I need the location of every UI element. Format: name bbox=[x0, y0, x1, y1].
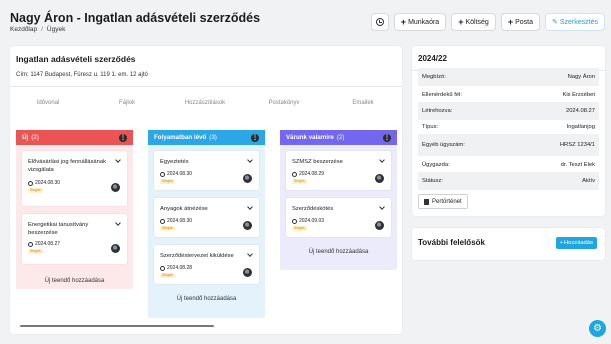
tab-files[interactable]: Fájlok bbox=[119, 100, 135, 106]
breadcrumb: Kezdőlap / Ügyek bbox=[10, 26, 66, 33]
task-card[interactable]: Szerződéskötés 2024.09.03 Sürgős bbox=[286, 198, 391, 237]
chevron-down-icon[interactable] bbox=[247, 158, 253, 164]
divider bbox=[10, 86, 402, 87]
column-header: Folyamatban lévő (3) ⋮ bbox=[148, 130, 265, 145]
plus-icon: + bbox=[559, 240, 563, 246]
add-task-button[interactable]: Új teendő hozzáadása bbox=[286, 249, 391, 255]
pencil-icon: ✎ bbox=[552, 19, 558, 26]
priority-badge: Sürgős bbox=[28, 188, 43, 193]
document-icon bbox=[424, 198, 429, 205]
plus-icon: + bbox=[458, 17, 464, 27]
priority-badge: Sürgős bbox=[292, 179, 307, 184]
kanban-column-waiting: Várunk valamire (2) ⋮ SZMSZ beszerzése 20… bbox=[280, 130, 397, 270]
clock-icon bbox=[28, 241, 33, 247]
clock-icon bbox=[160, 218, 165, 224]
avatar[interactable] bbox=[375, 174, 384, 183]
responsibles-title: További felelősök bbox=[418, 238, 485, 247]
priority-badge: Sürgős bbox=[160, 179, 175, 184]
clock-icon bbox=[375, 18, 384, 26]
avatar[interactable] bbox=[111, 244, 120, 253]
clock-icon bbox=[292, 218, 297, 224]
priority-badge: Sürgős bbox=[160, 226, 175, 231]
tab-comments[interactable]: Hozzászólások bbox=[185, 100, 225, 106]
add-responsible-button[interactable]: + Hozzáadás bbox=[555, 237, 597, 249]
clock-icon bbox=[292, 171, 297, 177]
property-row: Egyéb ügyszám: HRSZ 1234/1 bbox=[418, 134, 599, 156]
avatar[interactable] bbox=[243, 221, 252, 230]
more-options-icon[interactable]: ⋮ bbox=[383, 133, 391, 142]
horizontal-scrollbar[interactable] bbox=[20, 325, 214, 327]
kanban-column-in-progress: Folyamatban lévő (3) ⋮ Egyeztetés 2024.08… bbox=[148, 130, 265, 318]
case-history-button[interactable]: Pertörténet bbox=[418, 194, 468, 209]
case-title: Ingatlan adásvételi szerződés bbox=[16, 54, 136, 64]
plus-icon: + bbox=[400, 17, 407, 27]
more-options-icon[interactable]: ⋮ bbox=[119, 133, 127, 142]
chevron-down-icon[interactable] bbox=[115, 221, 121, 227]
gear-icon: ⚙ bbox=[593, 322, 602, 334]
add-task-button[interactable]: Új teendő hozzáadása bbox=[154, 296, 259, 302]
breadcrumb-cases[interactable]: Ügyek bbox=[47, 26, 65, 33]
more-options-icon[interactable]: ⋮ bbox=[251, 133, 259, 142]
clock-icon bbox=[160, 265, 165, 271]
breadcrumb-home[interactable]: Kezdőlap bbox=[10, 26, 37, 33]
plus-icon: + bbox=[507, 17, 514, 27]
tab-timeline[interactable]: Idővonal bbox=[37, 100, 60, 106]
column-header: Várunk valamire (2) ⋮ bbox=[280, 130, 397, 145]
tab-mailbook[interactable]: Postakönyv bbox=[268, 100, 299, 106]
task-card[interactable]: Energetikai tanusítvány beszerzése 2024.… bbox=[22, 214, 127, 264]
avatar[interactable] bbox=[243, 268, 252, 277]
add-workhour-button[interactable]: + Munkaóra bbox=[393, 13, 447, 31]
add-task-button[interactable]: Új teendő hozzáadása bbox=[22, 278, 127, 284]
priority-badge: Sürgős bbox=[160, 273, 175, 278]
avatar[interactable] bbox=[375, 221, 384, 230]
chevron-down-icon[interactable] bbox=[379, 205, 385, 211]
priority-badge: Sürgős bbox=[292, 226, 307, 231]
page-title: Nagy Áron - Ingatlan adásvételi szerződé… bbox=[10, 11, 261, 25]
responsibles-card: További felelősök + Hozzáadás bbox=[412, 228, 605, 260]
case-details-card: 2024/22 Megbízó: Nagy Áron Ellenérdekű fé… bbox=[412, 46, 605, 216]
clock-icon bbox=[160, 171, 165, 177]
task-card[interactable]: Anyagok átnézése 2024.08.30 Sürgős bbox=[154, 198, 259, 237]
history-button[interactable] bbox=[370, 13, 389, 31]
priority-badge: Sürgős bbox=[28, 249, 43, 254]
chevron-down-icon[interactable] bbox=[115, 158, 121, 164]
chevron-down-icon[interactable] bbox=[379, 158, 385, 164]
property-row: Státusz: Aktív bbox=[418, 172, 599, 190]
toolbar: + Munkaóra + Költség + Posta ✎ Szerkesztés bbox=[370, 13, 605, 31]
task-card[interactable]: Szerződéstervezet kiküldése 2024.08.28 S… bbox=[154, 245, 259, 284]
settings-fab[interactable]: ⚙ bbox=[589, 320, 606, 337]
case-address: Cím: 1147 Budapest, Füresz u. 119 1. em.… bbox=[16, 72, 148, 78]
chevron-down-icon[interactable] bbox=[247, 205, 253, 211]
case-number: 2024/22 bbox=[418, 54, 447, 63]
add-cost-button[interactable]: + Költség bbox=[451, 13, 496, 31]
task-card[interactable]: SZMSZ beszerzése 2024.08.29 Sürgős bbox=[286, 151, 391, 190]
task-card[interactable]: Egyeztetés 2024.08.30 Sürgős bbox=[154, 151, 259, 190]
edit-button[interactable]: ✎ Szerkesztés bbox=[545, 13, 605, 31]
kanban-column-new: Új (2) ⋮ Elővásárlási jog fennállásának v… bbox=[16, 130, 133, 289]
chevron-down-icon[interactable] bbox=[247, 252, 253, 258]
tab-emails[interactable]: Emailek bbox=[352, 100, 373, 106]
task-card[interactable]: Elővásárlási jog fennállásának vizsgálat… bbox=[22, 151, 127, 206]
page-header: Nagy Áron - Ingatlan adásvételi szerződé… bbox=[0, 0, 611, 42]
avatar[interactable] bbox=[111, 183, 120, 192]
avatar[interactable] bbox=[243, 174, 252, 183]
property-row: Megbízó: Nagy Áron bbox=[418, 68, 599, 86]
clock-icon bbox=[28, 180, 33, 186]
column-header: Új (2) ⋮ bbox=[16, 130, 133, 145]
add-mail-button[interactable]: + Posta bbox=[500, 13, 540, 31]
tab-bar: Idővonal Fájlok Hozzászólások Postakönyv… bbox=[10, 100, 402, 114]
